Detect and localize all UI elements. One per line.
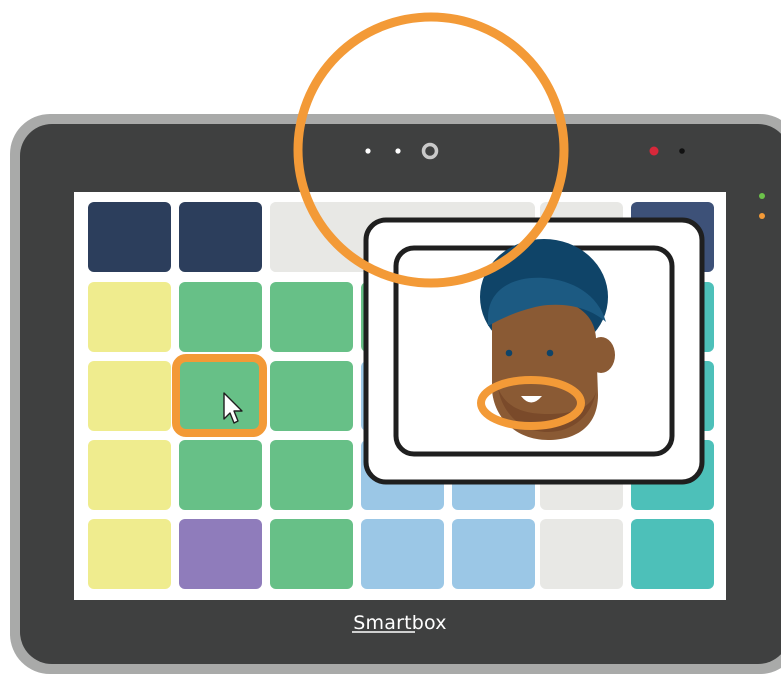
grid-cell-r3-c1[interactable] — [179, 440, 262, 510]
left-eye — [505, 349, 513, 357]
grid-cell-r0-c1[interactable] — [179, 202, 262, 272]
grid-cell-r1-c2[interactable] — [270, 282, 353, 352]
grid-cell-r4-c5[interactable] — [540, 519, 623, 589]
face-card — [363, 217, 705, 485]
grid-cell-r3-c2[interactable] — [270, 440, 353, 510]
grid-cell-r4-c6[interactable] — [631, 519, 714, 589]
face-illustration — [480, 239, 615, 440]
side-led-green — [759, 193, 765, 199]
grid-cell-r4-c4[interactable] — [452, 519, 535, 589]
grid-cell-r2-c2[interactable] — [270, 361, 353, 431]
grid-cell-r4-c0[interactable] — [88, 519, 171, 589]
tablet-illustration — [10, 12, 781, 674]
grid-cell-r4-c2[interactable] — [270, 519, 353, 589]
sensor-dot-middle — [395, 148, 401, 154]
grid-cell-r4-c3[interactable] — [361, 519, 444, 589]
grid-cell-r1-c1[interactable] — [179, 282, 262, 352]
power-led — [649, 146, 659, 156]
grid-cell-r2-c0[interactable] — [88, 361, 171, 431]
ir-sensor-dot — [679, 148, 685, 154]
grid-cell-r4-c1[interactable] — [179, 519, 262, 589]
grid-cell-r2-c1[interactable] — [179, 361, 262, 431]
side-led-orange — [759, 213, 765, 219]
right-eye — [546, 349, 554, 357]
grid-cell-r0-c0[interactable] — [88, 202, 171, 272]
grid-cell-r3-c0[interactable] — [88, 440, 171, 510]
sensor-dot-left — [365, 148, 371, 154]
grid-cell-r1-c0[interactable] — [88, 282, 171, 352]
brand-logo-text: Smartbox — [353, 612, 447, 634]
